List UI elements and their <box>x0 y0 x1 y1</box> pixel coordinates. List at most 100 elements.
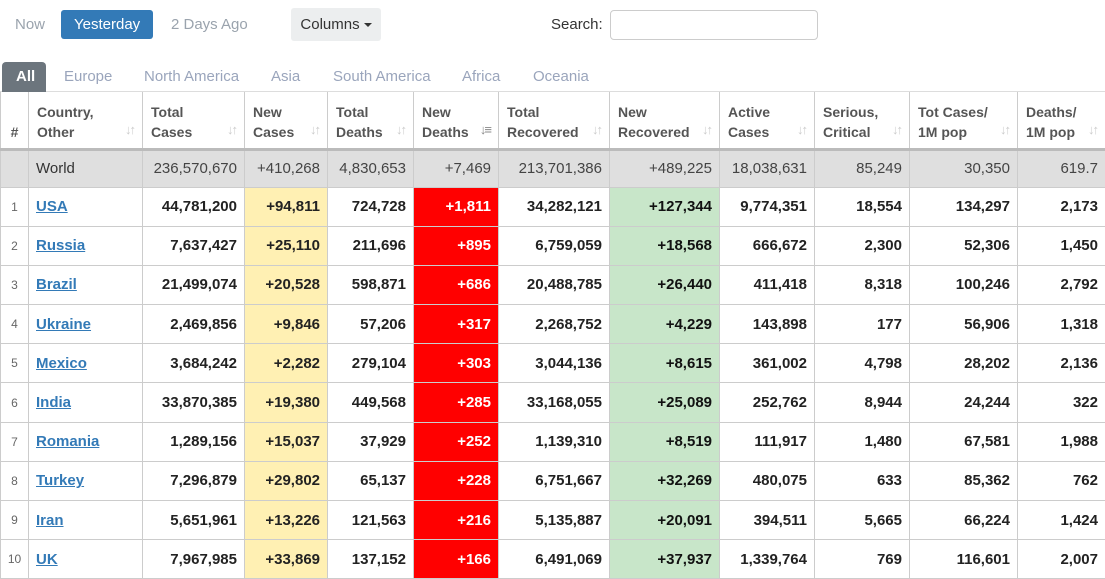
cell-rank <box>0 149 29 188</box>
column-header-total-recovered[interactable]: Total Recovered ↓↑ <box>498 92 610 151</box>
country-link[interactable]: Brazil <box>36 276 77 293</box>
cell-new-deaths: +7,469 <box>413 149 499 188</box>
day-filter-2-days-ago[interactable]: 2 Days Ago <box>158 10 261 39</box>
country-link[interactable]: Mexico <box>36 355 87 372</box>
cell-new-deaths: +303 <box>413 343 499 384</box>
cell-total-cases: 7,296,879 <box>142 461 245 502</box>
column-header-total-cases[interactable]: Total Cases ↓↑ <box>142 92 245 151</box>
column-header-label-line1: New <box>253 103 282 120</box>
table-row: 5 Mexico 3,684,242 +2,282 279,104 +303 3,044,1… <box>0 343 1105 384</box>
column-header-label-line1: Total <box>507 103 540 120</box>
cell-total-recovered: 2,268,752 <box>498 304 610 345</box>
cell-deaths-1m: 2,007 <box>1017 539 1105 579</box>
sort-icon[interactable]: ↓↑ <box>892 120 903 140</box>
cell-total-deaths: 449,568 <box>327 382 414 423</box>
column-header-label: # <box>10 123 19 140</box>
cell-active-cases: 480,075 <box>719 461 815 502</box>
column-header-deaths-1m-pop[interactable]: Deaths/1M pop ↓↑ <box>1017 92 1105 151</box>
tab-south-america[interactable]: South America <box>319 62 445 92</box>
cell-serious-critical: 1,480 <box>814 422 910 462</box>
search-input[interactable] <box>610 10 818 40</box>
cell-active-cases: 411,418 <box>719 265 815 306</box>
sort-icon[interactable]: ↓↑ <box>125 120 136 140</box>
country-link[interactable]: Iran <box>36 512 64 529</box>
sort-icon[interactable]: ↓↑ <box>1088 120 1099 140</box>
table-row: 2 Russia 7,637,427 +25,110 211,696 +895 6,759,… <box>0 226 1105 266</box>
sort-icon[interactable]: ↓↑ <box>1000 120 1011 140</box>
cell-new-cases: +94,811 <box>244 187 328 227</box>
cell-new-cases: +33,869 <box>244 539 328 579</box>
tab-all[interactable]: All <box>2 62 46 92</box>
country-link[interactable]: Romania <box>36 433 99 450</box>
country-link[interactable]: UK <box>36 551 58 568</box>
cell-tot-cases-1m: 52,306 <box>909 226 1018 266</box>
sort-icon[interactable]: ↓↑ <box>396 120 407 140</box>
cell-new-recovered: +25,089 <box>609 382 720 423</box>
cell-new-recovered: +8,519 <box>609 422 720 462</box>
cell-total-recovered: 20,488,785 <box>498 265 610 306</box>
day-filter-yesterday[interactable]: Yesterday <box>61 10 154 39</box>
column-header-country[interactable]: Country, Other ↓↑ <box>28 92 143 151</box>
day-filter-now[interactable]: Now <box>2 10 58 39</box>
cell-total-recovered: 6,491,069 <box>498 539 610 579</box>
table-row: 9 Iran 5,651,961 +13,226 121,563 +216 5,135,88… <box>0 500 1105 541</box>
country-link[interactable]: Ukraine <box>36 316 91 333</box>
cell-total-recovered: 213,701,386 <box>498 149 610 188</box>
tab-europe[interactable]: Europe <box>50 62 126 92</box>
covid-table: # Country, Other ↓↑ Total Cases ↓↑ New Cases ↓↑ To… <box>0 92 1105 579</box>
sort-descending-icon[interactable]: ↓≡ <box>480 120 492 140</box>
cell-new-cases: +20,528 <box>244 265 328 306</box>
tab-africa[interactable]: Africa <box>448 62 514 92</box>
cell-total-cases: 21,499,074 <box>142 265 245 306</box>
column-header-new-cases[interactable]: New Cases ↓↑ <box>244 92 328 151</box>
search-label: Search: <box>551 16 603 33</box>
column-header-tot-cases-1m-pop[interactable]: Tot Cases/1M pop ↓↑ <box>909 92 1018 151</box>
cell-total-recovered: 5,135,887 <box>498 500 610 541</box>
cell-deaths-1m: 619.7 <box>1017 149 1105 188</box>
cell-deaths-1m: 1,450 <box>1017 226 1105 266</box>
column-header-new-deaths[interactable]: New Deaths ↓≡ <box>413 92 499 151</box>
table-row: 3 Brazil 21,499,074 +20,528 598,871 +686 20,48… <box>0 265 1105 306</box>
columns-label: Columns <box>300 16 360 33</box>
sort-icon[interactable]: ↓↑ <box>702 120 713 140</box>
country-link[interactable]: Russia <box>36 237 85 254</box>
column-header-label-line1: Total <box>151 103 184 120</box>
cell-country: India <box>28 382 143 423</box>
columns-dropdown-button[interactable]: Columns <box>291 8 381 41</box>
column-header-serious-critical[interactable]: Serious, Critical ↓↑ <box>814 92 910 151</box>
column-header-active-cases[interactable]: Active Cases ↓↑ <box>719 92 815 151</box>
tab-north-america[interactable]: North America <box>130 62 253 92</box>
cell-serious-critical: 4,798 <box>814 343 910 384</box>
cell-active-cases: 111,917 <box>719 422 815 462</box>
sort-icon[interactable]: ↓↑ <box>310 120 321 140</box>
column-header-label-line1: Serious, <box>823 103 879 120</box>
country-link[interactable]: India <box>36 394 71 411</box>
table-row: 8 Turkey 7,296,879 +29,802 65,137 +228 6,751,6… <box>0 461 1105 502</box>
cell-total-deaths: 598,871 <box>327 265 414 306</box>
cell-new-deaths: +895 <box>413 226 499 266</box>
country-link[interactable]: Turkey <box>36 472 84 489</box>
caret-down-icon <box>363 23 372 28</box>
sort-icon[interactable]: ↓↑ <box>227 120 238 140</box>
cell-deaths-1m: 1,318 <box>1017 304 1105 345</box>
cell-total-recovered: 6,751,667 <box>498 461 610 502</box>
cell-country: Turkey <box>28 461 143 502</box>
cell-total-cases: 7,637,427 <box>142 226 245 266</box>
cell-total-deaths: 724,728 <box>327 187 414 227</box>
tab-oceania[interactable]: Oceania <box>519 62 603 92</box>
sort-icon[interactable]: ↓↑ <box>797 120 808 140</box>
tab-asia[interactable]: Asia <box>257 62 314 92</box>
column-header-rank[interactable]: # <box>0 92 29 151</box>
cell-new-deaths: +216 <box>413 500 499 541</box>
cell-total-cases: 33,870,385 <box>142 382 245 423</box>
sort-icon[interactable]: ↓↑ <box>592 120 603 140</box>
column-header-label-line2: Deaths <box>336 123 383 140</box>
column-header-new-recovered[interactable]: New Recovered ↓↑ <box>609 92 720 151</box>
column-header-total-deaths[interactable]: Total Deaths ↓↑ <box>327 92 414 151</box>
cell-tot-cases-1m: 24,244 <box>909 382 1018 423</box>
cell-active-cases: 361,002 <box>719 343 815 384</box>
country-link[interactable]: USA <box>36 198 68 215</box>
cell-serious-critical: 633 <box>814 461 910 502</box>
cell-tot-cases-1m: 30,350 <box>909 149 1018 188</box>
cell-new-deaths: +166 <box>413 539 499 579</box>
